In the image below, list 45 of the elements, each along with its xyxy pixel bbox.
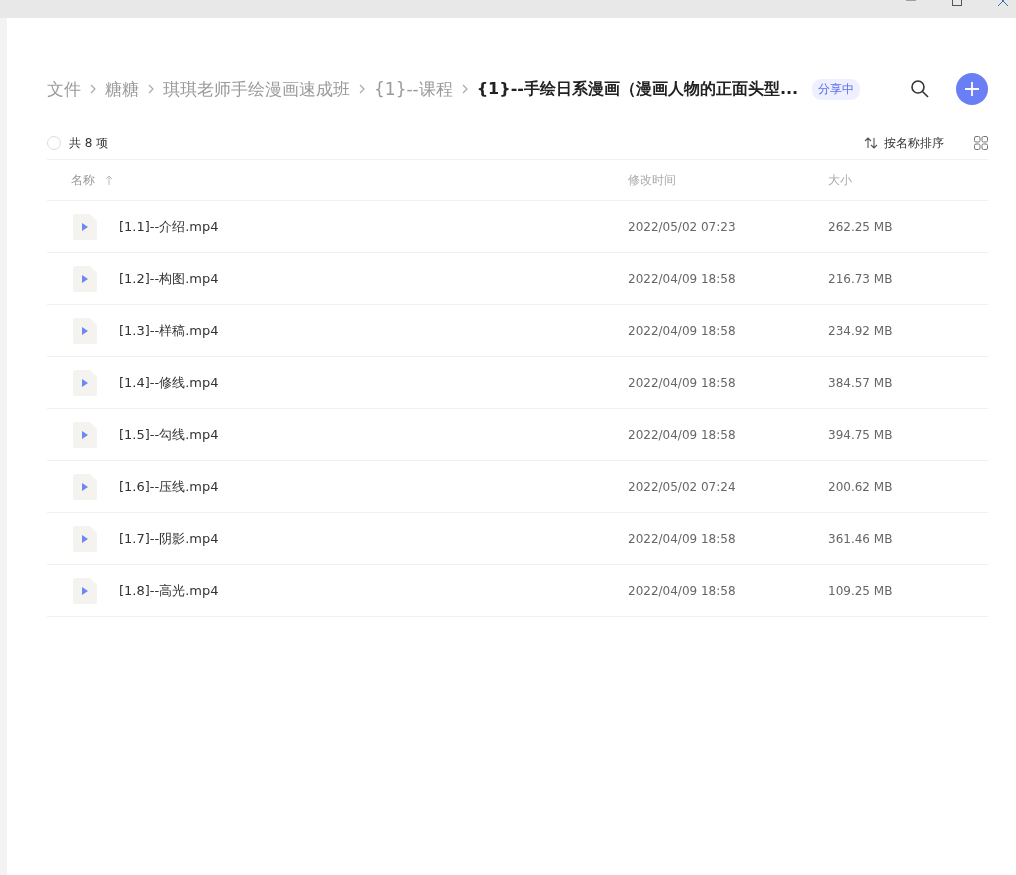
chevron-icon	[461, 84, 468, 94]
file-size: 262.25 MB	[828, 219, 893, 234]
item-count: 共 8 项	[69, 134, 109, 152]
sort-button[interactable]: 按名称排序	[864, 134, 944, 152]
file-name[interactable]: [1.7]--阴影.mp4	[119, 529, 219, 548]
file-size: 361.46 MB	[828, 531, 893, 546]
file-size: 384.57 MB	[828, 375, 893, 390]
file-size: 216.73 MB	[828, 271, 893, 286]
file-name[interactable]: [1.8]--高光.mp4	[119, 581, 219, 600]
modified-time: 2022/05/02 07:24	[628, 479, 736, 494]
breadcrumb-item: {1}--手绘日系漫画（漫画人物的正面头型...	[476, 78, 799, 100]
sort-icon	[864, 137, 878, 149]
modified-time: 2022/04/09 18:58	[628, 427, 736, 442]
file-size: 394.75 MB	[828, 427, 893, 442]
chevron-icon	[359, 84, 365, 94]
modified-time: 2022/04/09 18:58	[628, 531, 736, 546]
file-name[interactable]: [1.6]--压线.mp4	[119, 477, 219, 496]
modified-time: 2022/04/09 18:58	[628, 271, 736, 286]
file-name[interactable]: [1.3]--样稿.mp4	[119, 321, 219, 340]
file-size: 200.62 MB	[828, 479, 893, 494]
video-file-icon	[73, 265, 97, 292]
video-file-icon	[73, 369, 97, 396]
file-name[interactable]: [1.4]--修线.mp4	[119, 373, 219, 392]
share-status-badge: 分享中	[812, 78, 861, 100]
video-file-icon	[73, 525, 97, 552]
file-size: 109.25 MB	[828, 583, 893, 598]
file-name[interactable]: [1.2]--构图.mp4	[119, 269, 219, 288]
chevron-icon	[90, 84, 96, 94]
modified-time: 2022/04/09 18:58	[628, 323, 736, 338]
file-name[interactable]: [1.5]--勾线.mp4	[119, 425, 219, 444]
video-file-icon	[73, 421, 97, 448]
modified-time: 2022/04/09 18:58	[628, 583, 736, 598]
file-name[interactable]: [1.1]--介绍.mp4	[119, 217, 219, 236]
grid-view-icon[interactable]	[974, 136, 988, 150]
search-icon[interactable]	[910, 79, 930, 99]
add-button[interactable]	[956, 73, 988, 105]
video-file-icon	[73, 317, 97, 344]
modified-time: 2022/04/09 18:58	[628, 375, 736, 390]
file-size: 234.92 MB	[828, 323, 893, 338]
plus-icon	[964, 81, 980, 97]
modified-time: 2022/05/02 07:23	[628, 219, 736, 234]
video-file-icon	[73, 473, 97, 500]
video-file-icon	[73, 577, 97, 604]
chevron-icon	[148, 84, 154, 94]
video-file-icon	[73, 213, 97, 240]
